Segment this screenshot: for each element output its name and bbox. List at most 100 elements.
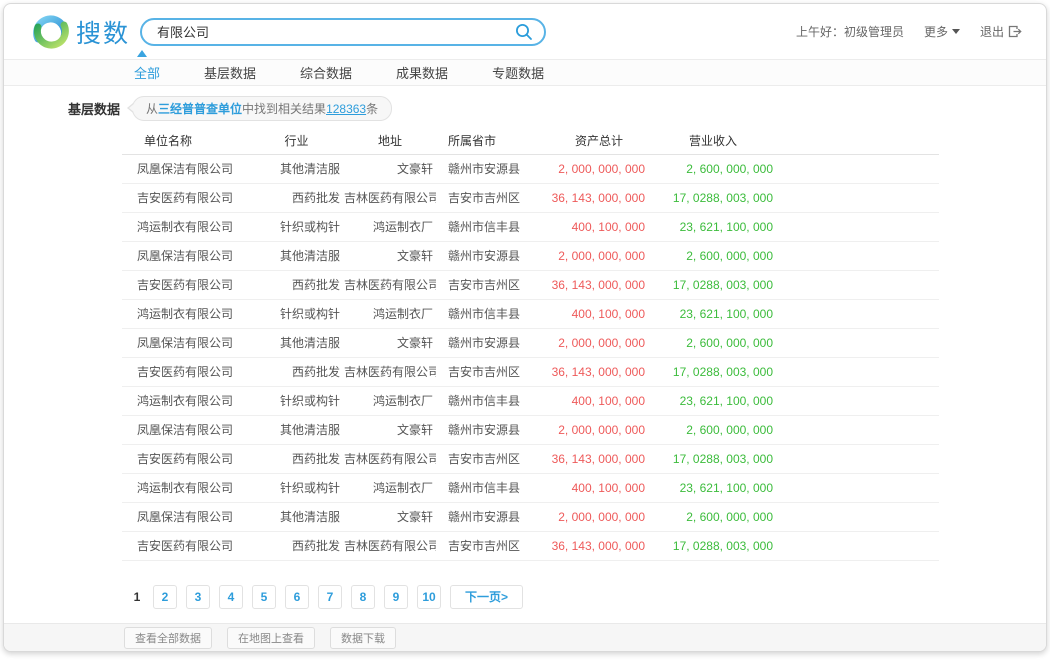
cell-industry: 西药批发 (249, 357, 344, 386)
tabbar: 全部 基层数据 综合数据 成果数据 专题数据 (4, 59, 1046, 86)
logout-label: 退出 (980, 23, 1004, 40)
page-button-9[interactable]: 9 (384, 585, 408, 609)
table-row[interactable]: 吉安医药有限公司西药批发吉林医药有限公司吉安市吉州区36, 143, 000, … (122, 183, 939, 212)
column-header: 资产总计 (549, 127, 649, 154)
chevron-down-icon (952, 29, 960, 34)
tab-2[interactable]: 综合数据 (300, 63, 352, 82)
column-header: 所属省市 (436, 127, 549, 154)
result-count-bubble: 从三经普普查单位中找到相关结果128363条 (132, 96, 392, 121)
cell-address: 吉林医药有限公司 (344, 531, 436, 560)
cell-region: 吉安市吉州区 (436, 270, 549, 299)
cell-name: 吉安医药有限公司 (122, 183, 249, 212)
cell-region: 赣州市信丰县 (436, 473, 549, 502)
search-input[interactable] (157, 24, 514, 39)
table-row[interactable]: 吉安医药有限公司西药批发吉林医药有限公司吉安市吉州区36, 143, 000, … (122, 270, 939, 299)
cell-assets: 400, 100, 000 (549, 212, 649, 241)
cell-revenue: 2, 600, 000, 000 (649, 328, 777, 357)
cell-address: 吉林医药有限公司 (344, 357, 436, 386)
cell-region: 赣州市安源县 (436, 328, 549, 357)
tab-4[interactable]: 专题数据 (492, 63, 544, 82)
cell-revenue: 17, 0288, 003, 000 (649, 183, 777, 212)
table-row[interactable]: 鸿运制衣有限公司针织或构针鸿运制衣厂赣州市信丰县400, 100, 00023,… (122, 386, 939, 415)
source-link[interactable]: 三经普普查单位 (158, 102, 242, 116)
cell-assets: 2, 000, 000, 000 (549, 328, 649, 357)
cell-industry: 针织或构针 (249, 299, 344, 328)
cell-assets: 2, 000, 000, 000 (549, 502, 649, 531)
cell-name: 鸿运制衣有限公司 (122, 473, 249, 502)
section-label: 基层数据 (68, 99, 120, 118)
tab-3[interactable]: 成果数据 (396, 63, 448, 82)
column-header: 单位名称 (122, 127, 249, 154)
cell-assets: 400, 100, 000 (549, 386, 649, 415)
cell-industry: 针织或构针 (249, 473, 344, 502)
cell-address: 文豪轩 (344, 241, 436, 270)
table-row[interactable]: 鸿运制衣有限公司针织或构针鸿运制衣厂赣州市信丰县400, 100, 00023,… (122, 299, 939, 328)
table-row[interactable]: 凤凰保洁有限公司其他清洁服文豪轩赣州市安源县2, 000, 000, 0002,… (122, 328, 939, 357)
cell-name: 鸿运制衣有限公司 (122, 299, 249, 328)
cell-region: 赣州市安源县 (436, 154, 549, 183)
cell-industry: 针织或构针 (249, 386, 344, 415)
cell-revenue: 17, 0288, 003, 000 (649, 444, 777, 473)
cell-address: 鸿运制衣厂 (344, 386, 436, 415)
cell-assets: 2, 000, 000, 000 (549, 415, 649, 444)
cell-region: 赣州市信丰县 (436, 212, 549, 241)
cell-address: 文豪轩 (344, 502, 436, 531)
cell-address: 文豪轩 (344, 415, 436, 444)
cell-region: 赣州市安源县 (436, 415, 549, 444)
page-button-7[interactable]: 7 (318, 585, 342, 609)
page-buttons: 23456789 10 (153, 585, 441, 609)
search-icon[interactable] (514, 22, 534, 42)
page-button-6[interactable]: 6 (285, 585, 309, 609)
page-button-3[interactable]: 3 (186, 585, 210, 609)
page-button-10[interactable]: 10 (417, 585, 441, 609)
table-row[interactable]: 吉安医药有限公司西药批发吉林医药有限公司吉安市吉州区36, 143, 000, … (122, 531, 939, 560)
page-button-2[interactable]: 2 (153, 585, 177, 609)
download-data-button[interactable]: 数据下载 (330, 627, 396, 649)
next-page-button[interactable]: 下一页> (450, 585, 523, 609)
cell-revenue: 17, 0288, 003, 000 (649, 357, 777, 386)
cell-industry: 其他清洁服 (249, 154, 344, 183)
view-all-data-button[interactable]: 查看全部数据 (124, 627, 212, 649)
cell-assets: 36, 143, 000, 000 (549, 270, 649, 299)
logo-swirl-icon (32, 13, 70, 51)
footer-toolbar: 查看全部数据在地图上查看数据下载 (4, 623, 1046, 651)
cell-region: 赣州市安源县 (436, 502, 549, 531)
cell-name: 吉安医药有限公司 (122, 357, 249, 386)
cell-revenue: 2, 600, 000, 000 (649, 415, 777, 444)
cell-industry: 西药批发 (249, 444, 344, 473)
table-row[interactable]: 凤凰保洁有限公司其他清洁服文豪轩赣州市安源县2, 000, 000, 0002,… (122, 502, 939, 531)
search-box[interactable] (140, 18, 546, 46)
cell-assets: 36, 143, 000, 000 (549, 531, 649, 560)
page-button-5[interactable]: 5 (252, 585, 276, 609)
cell-assets: 400, 100, 000 (549, 473, 649, 502)
more-label: 更多 (924, 23, 948, 40)
table-row[interactable]: 吉安医药有限公司西药批发吉林医药有限公司吉安市吉州区36, 143, 000, … (122, 444, 939, 473)
more-button[interactable]: 更多 (924, 23, 960, 40)
cell-name: 凤凰保洁有限公司 (122, 328, 249, 357)
table-row[interactable]: 吉安医药有限公司西药批发吉林医药有限公司吉安市吉州区36, 143, 000, … (122, 357, 939, 386)
table-row[interactable]: 凤凰保洁有限公司其他清洁服文豪轩赣州市安源县2, 000, 000, 0002,… (122, 241, 939, 270)
pagination: 1 23456789 10 下一页> (130, 585, 1046, 609)
cell-name: 凤凰保洁有限公司 (122, 241, 249, 270)
cell-region: 赣州市信丰县 (436, 299, 549, 328)
cell-name: 鸿运制衣有限公司 (122, 212, 249, 241)
tab-0[interactable]: 全部 (134, 63, 160, 82)
page-button-8[interactable]: 8 (351, 585, 375, 609)
result-count-link[interactable]: 128363 (326, 102, 366, 116)
results-table: 单位名称行业地址所属省市资产总计营业收入 凤凰保洁有限公司其他清洁服文豪轩赣州市… (122, 127, 939, 561)
view-on-map-button[interactable]: 在地图上查看 (227, 627, 315, 649)
app-logo[interactable]: 搜数 (32, 13, 130, 51)
table-row[interactable]: 鸿运制衣有限公司针织或构针鸿运制衣厂赣州市信丰县400, 100, 00023,… (122, 473, 939, 502)
table-header-row: 单位名称行业地址所属省市资产总计营业收入 (122, 127, 939, 154)
tab-1[interactable]: 基层数据 (204, 63, 256, 82)
page-button-4[interactable]: 4 (219, 585, 243, 609)
table-row[interactable]: 凤凰保洁有限公司其他清洁服文豪轩赣州市安源县2, 000, 000, 0002,… (122, 154, 939, 183)
table-row[interactable]: 鸿运制衣有限公司针织或构针鸿运制衣厂赣州市信丰县400, 100, 00023,… (122, 212, 939, 241)
current-page: 1 (130, 590, 144, 604)
cell-assets: 36, 143, 000, 000 (549, 183, 649, 212)
cell-name: 鸿运制衣有限公司 (122, 386, 249, 415)
cell-name: 凤凰保洁有限公司 (122, 415, 249, 444)
logout-button[interactable]: 退出 (980, 23, 1022, 40)
cell-name: 吉安医药有限公司 (122, 531, 249, 560)
table-row[interactable]: 凤凰保洁有限公司其他清洁服文豪轩赣州市安源县2, 000, 000, 0002,… (122, 415, 939, 444)
